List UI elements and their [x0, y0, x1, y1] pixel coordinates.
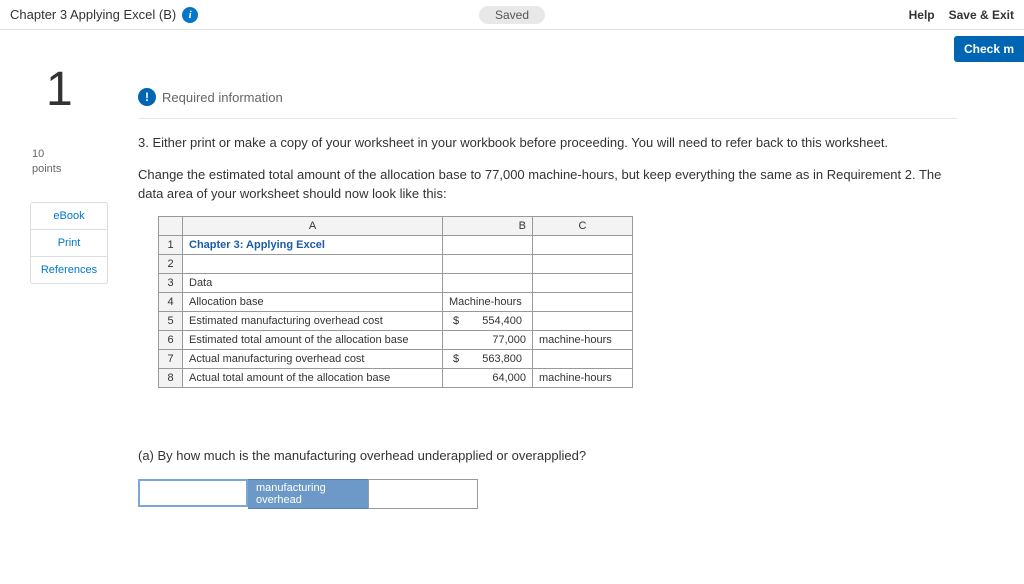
cell-b3: [443, 273, 533, 292]
save-exit-link[interactable]: Save & Exit: [949, 8, 1014, 22]
cell-c5: [533, 311, 633, 330]
cell-b4: Machine-hours: [443, 292, 533, 311]
check-button[interactable]: Check m: [954, 36, 1024, 62]
cell-c7: [533, 349, 633, 368]
chapter-title: Chapter 3 Applying Excel (B): [10, 7, 176, 22]
col-header-c: C: [533, 216, 633, 235]
cell-c1: [533, 235, 633, 254]
table-row: 5 Estimated manufacturing overhead cost …: [159, 311, 633, 330]
answer-amount-input[interactable]: [368, 479, 478, 509]
required-info-row: ! Required information: [138, 88, 1014, 106]
alert-icon: !: [138, 88, 156, 106]
table-row: 7 Actual manufacturing overhead cost $56…: [159, 349, 633, 368]
worksheet-table: A B C 1 Chapter 3: Applying Excel 2 3 Da…: [158, 216, 633, 388]
points-block: 10 points: [30, 147, 120, 178]
col-header-b: B: [443, 216, 533, 235]
answer-row: manufacturing overhead: [138, 479, 1014, 509]
cell-a2: [183, 254, 443, 273]
left-sidebar: 1 10 points eBook Print References: [30, 68, 120, 509]
table-row: 2: [159, 254, 633, 273]
row-num: 8: [159, 368, 183, 387]
table-row: 1 Chapter 3: Applying Excel: [159, 235, 633, 254]
cell-b6: 77,000: [443, 330, 533, 349]
side-links: eBook Print References: [30, 202, 108, 284]
row-num: 1: [159, 235, 183, 254]
row-num: 5: [159, 311, 183, 330]
table-row: 6 Estimated total amount of the allocati…: [159, 330, 633, 349]
required-info-label: Required information: [162, 90, 283, 105]
cell-a7: Actual manufacturing overhead cost: [183, 349, 443, 368]
table-row: 4 Allocation base Machine-hours: [159, 292, 633, 311]
top-right-actions: Help Save & Exit: [909, 8, 1014, 22]
row-num: 6: [159, 330, 183, 349]
answer-dropdown[interactable]: [138, 479, 248, 507]
row-num: 3: [159, 273, 183, 292]
dollar-icon: $: [449, 315, 463, 327]
corner-cell: [159, 216, 183, 235]
ebook-link[interactable]: eBook: [31, 203, 107, 230]
instruction-text: Change the estimated total amount of the…: [138, 165, 958, 204]
row-num: 2: [159, 254, 183, 273]
col-header-a: A: [183, 216, 443, 235]
cell-c6: machine-hours: [533, 330, 633, 349]
points-value: 10: [32, 147, 120, 162]
step3-text: 3. Either print or make a copy of your w…: [138, 133, 958, 153]
divider: [138, 118, 958, 119]
help-link[interactable]: Help: [909, 8, 935, 22]
question-number: 1: [30, 62, 120, 117]
dollar-icon: $: [449, 353, 463, 365]
references-link[interactable]: References: [31, 257, 107, 283]
row-num: 7: [159, 349, 183, 368]
cell-a4: Allocation base: [183, 292, 443, 311]
cell-c4: [533, 292, 633, 311]
cell-b1: [443, 235, 533, 254]
main-content: ! Required information 3. Either print o…: [120, 68, 1014, 509]
table-row: 3 Data: [159, 273, 633, 292]
cell-c8: machine-hours: [533, 368, 633, 387]
cell-a1: Chapter 3: Applying Excel: [183, 235, 443, 254]
cell-b8: 64,000: [443, 368, 533, 387]
sub-bar: Check m: [0, 30, 1024, 68]
cell-c3: [533, 273, 633, 292]
print-link[interactable]: Print: [31, 230, 107, 257]
saved-status: Saved: [479, 6, 545, 24]
cell-b5: $554,400: [443, 311, 533, 330]
cell-c2: [533, 254, 633, 273]
cell-b2: [443, 254, 533, 273]
answer-mid-label: manufacturing overhead: [248, 479, 368, 509]
table-header-row: A B C: [159, 216, 633, 235]
cell-a6: Estimated total amount of the allocation…: [183, 330, 443, 349]
table-row: 8 Actual total amount of the allocation …: [159, 368, 633, 387]
info-icon[interactable]: i: [182, 7, 198, 23]
cell-a5: Estimated manufacturing overhead cost: [183, 311, 443, 330]
question-a-text: (a) By how much is the manufacturing ove…: [138, 448, 1014, 463]
row-num: 4: [159, 292, 183, 311]
cell-a8: Actual total amount of the allocation ba…: [183, 368, 443, 387]
points-label: points: [32, 162, 120, 177]
cell-b7: $563,800: [443, 349, 533, 368]
top-bar: Chapter 3 Applying Excel (B) i Saved Hel…: [0, 0, 1024, 30]
cell-a3: Data: [183, 273, 443, 292]
